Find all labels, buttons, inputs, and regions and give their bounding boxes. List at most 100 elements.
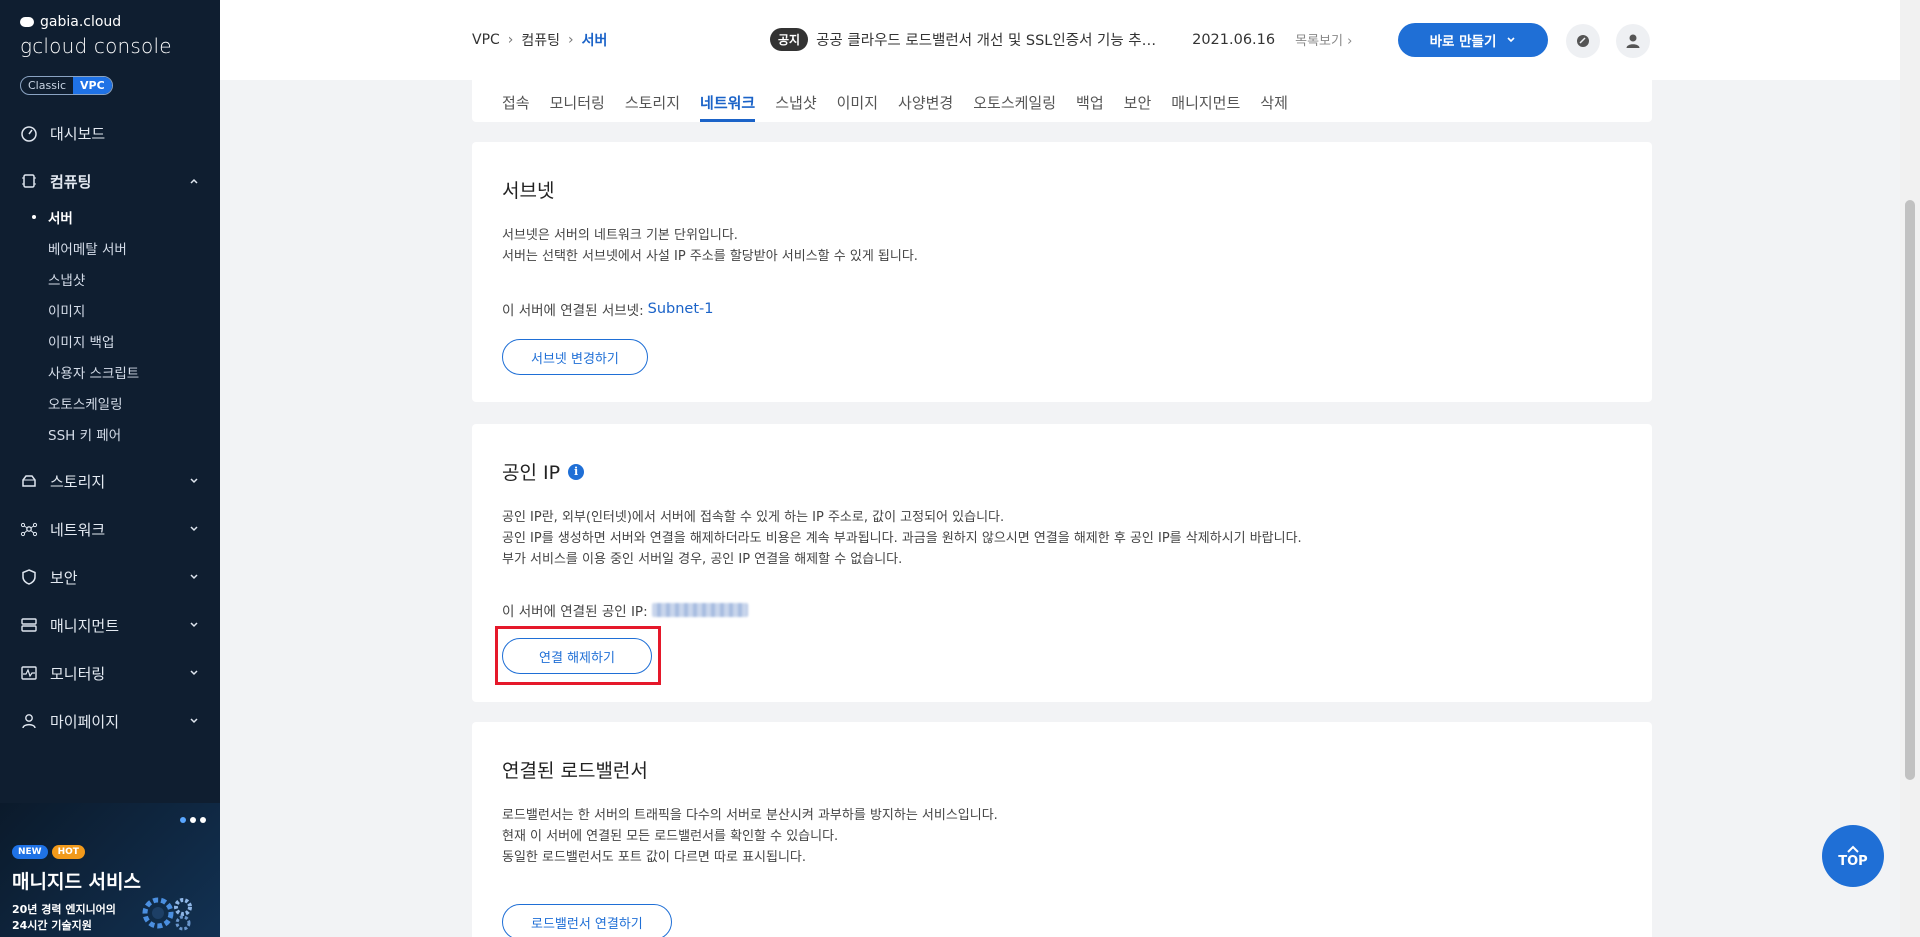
env-classic-option[interactable]: Classic bbox=[21, 77, 73, 94]
scroll-top-label: TOP bbox=[1838, 853, 1868, 869]
sidebar: gabia.cloud gcloud console Classic VPC 대… bbox=[0, 0, 220, 937]
sidebar-item-storage[interactable]: 스토리지 bbox=[0, 457, 220, 505]
server-tabs: 접속 모니터링 스토리지 네트워크 스냅샷 이미지 사양변경 오토스케일링 백업… bbox=[472, 80, 1652, 122]
sidebar-subitem-ssh-keypair[interactable]: SSH 키 페어 bbox=[48, 418, 220, 449]
breadcrumb-current: 서버 bbox=[581, 33, 608, 49]
sidebar-item-security[interactable]: 보안 bbox=[0, 553, 220, 601]
notice-date: 2021.06.16 bbox=[1192, 31, 1276, 48]
quick-create-button[interactable]: 바로 만들기 bbox=[1398, 23, 1548, 57]
breadcrumb-computing[interactable]: 컴퓨팅 bbox=[521, 30, 560, 50]
sidebar-menu: 대시보드 컴퓨팅 서버 베어메탈 서버 스냅샷 이미지 이미지 백업 사용자 스… bbox=[0, 109, 220, 745]
subnet-description: 서브넷은 서버의 네트워크 기본 단위입니다. 서버는 선택한 서브넷에서 사설… bbox=[502, 225, 1622, 267]
tab-network[interactable]: 네트워크 bbox=[700, 80, 756, 122]
sidebar-item-mypage[interactable]: 마이페이지 bbox=[0, 697, 220, 745]
tab-delete[interactable]: 삭제 bbox=[1260, 80, 1288, 122]
chevron-down-icon bbox=[1507, 37, 1515, 43]
main-area: VPC › 컴퓨팅 › 서버 공지 공공 클라우드 로드밸런서 개선 및 SSL… bbox=[220, 0, 1900, 937]
arrow-up-icon bbox=[1847, 845, 1859, 853]
description-line: 공인 IP를 생성하면 서버와 연결을 해제하더라도 비용은 계속 부과됩니다.… bbox=[502, 531, 1302, 546]
sidebar-subitem-image-backup[interactable]: 이미지 백업 bbox=[48, 325, 220, 356]
sidebar-subitem-image[interactable]: 이미지 bbox=[48, 294, 220, 325]
description-line: 서버는 선택한 서브넷에서 사설 IP 주소를 할당받아 서비스할 수 있게 됩… bbox=[502, 249, 918, 264]
env-vpc-option[interactable]: VPC bbox=[73, 77, 112, 94]
sidebar-subitem-server[interactable]: 서버 bbox=[32, 201, 220, 232]
breadcrumb: VPC › 컴퓨팅 › 서버 bbox=[472, 30, 607, 50]
notice-bar[interactable]: 공지 공공 클라우드 로드밸런서 개선 및 SSL인증서 기능 추… 2021.… bbox=[770, 28, 1352, 51]
chevron-down-icon bbox=[190, 478, 198, 484]
description-line: 공인 IP란, 외부(인터넷)에서 서버에 접속할 수 있게 하는 IP 주소로… bbox=[502, 510, 1005, 525]
sidebar-item-label: 컴퓨팅 bbox=[50, 172, 92, 191]
tab-autoscaling[interactable]: 오토스케일링 bbox=[973, 80, 1056, 122]
load-balancer-card: 연결된 로드밸런서 로드밸런서는 한 서버의 트래픽을 다수의 서버로 분산시켜… bbox=[472, 722, 1652, 937]
person-icon bbox=[20, 712, 38, 730]
chevron-up-icon bbox=[190, 178, 198, 184]
promo-pager-dot[interactable] bbox=[180, 817, 186, 823]
brand[interactable]: gabia.cloud gcloud console Classic VPC bbox=[0, 0, 220, 95]
promo-title: 매니지드 서비스 bbox=[12, 871, 141, 893]
description-line: 서브넷은 서버의 네트워크 기본 단위입니다. bbox=[502, 228, 738, 243]
sidebar-subitem-baremetal[interactable]: 베어메탈 서버 bbox=[48, 232, 220, 263]
brand-company: gabia.cloud bbox=[40, 14, 122, 30]
tab-security[interactable]: 보안 bbox=[1124, 80, 1152, 122]
gabia-logo-icon bbox=[20, 17, 34, 27]
new-badge: NEW bbox=[12, 845, 48, 859]
sidebar-item-computing[interactable]: 컴퓨팅 bbox=[0, 157, 220, 205]
description-line: 현재 이 서버에 연결된 모든 로드밸런서를 확인할 수 있습니다. bbox=[502, 829, 839, 844]
notice-text[interactable]: 공공 클라우드 로드밸런서 개선 및 SSL인증서 기능 추… bbox=[816, 29, 1166, 50]
load-balancer-title: 연결된 로드밸런서 bbox=[502, 760, 648, 782]
sidebar-item-label: 마이페이지 bbox=[50, 712, 120, 731]
sidebar-subitem-user-script[interactable]: 사용자 스크립트 bbox=[48, 356, 220, 387]
computing-submenu: 서버 베어메탈 서버 스냅샷 이미지 이미지 백업 사용자 스크립트 오토스케일… bbox=[0, 201, 220, 449]
sidebar-item-network[interactable]: 네트워크 bbox=[0, 505, 220, 553]
chevron-down-icon bbox=[190, 670, 198, 676]
sidebar-item-dashboard[interactable]: 대시보드 bbox=[0, 109, 220, 157]
promo-banner[interactable]: NEW HOT 매니지드 서비스 20년 경력 엔지니어의 24시간 기술지원 bbox=[0, 803, 220, 937]
sidebar-item-label: 매니지먼트 bbox=[50, 616, 120, 635]
shield-icon bbox=[20, 568, 38, 586]
linked-subnet-link[interactable]: Subnet-1 bbox=[648, 301, 714, 317]
user-menu-button[interactable] bbox=[1616, 24, 1650, 58]
tab-snapshot[interactable]: 스냅샷 bbox=[775, 80, 816, 122]
monitor-chart-icon bbox=[20, 664, 38, 682]
tab-storage[interactable]: 스토리지 bbox=[625, 80, 680, 122]
description-line: 로드밸런서는 한 서버의 트래픽을 다수의 서버로 분산시켜 과부하를 방지하는… bbox=[502, 808, 998, 823]
tab-monitoring[interactable]: 모니터링 bbox=[550, 80, 605, 122]
promo-pager[interactable] bbox=[180, 817, 206, 823]
linked-public-ip-label: 이 서버에 연결된 공인 IP: bbox=[502, 604, 648, 620]
load-balancer-description: 로드밸런서는 한 서버의 트래픽을 다수의 서버로 분산시켜 과부하를 방지하는… bbox=[502, 805, 1622, 868]
tab-management[interactable]: 매니지먼트 bbox=[1171, 80, 1240, 122]
change-subnet-button[interactable]: 서브넷 변경하기 bbox=[502, 339, 648, 375]
env-toggle[interactable]: Classic VPC bbox=[20, 76, 113, 95]
tab-connect[interactable]: 접속 bbox=[502, 80, 530, 122]
breadcrumb-vpc[interactable]: VPC bbox=[472, 32, 500, 48]
chevron-down-icon bbox=[190, 718, 198, 724]
scroll-top-button[interactable]: TOP bbox=[1822, 825, 1884, 887]
hot-badge: HOT bbox=[51, 845, 85, 859]
sidebar-subitem-autoscaling[interactable]: 오토스케일링 bbox=[48, 387, 220, 418]
tab-image[interactable]: 이미지 bbox=[837, 80, 878, 122]
chat-button[interactable] bbox=[1566, 24, 1600, 58]
info-icon[interactable]: i bbox=[568, 463, 585, 480]
subnet-card: 서브넷 서브넷은 서버의 네트워크 기본 단위입니다. 서버는 선택한 서브넷에… bbox=[472, 142, 1652, 402]
notice-list-link[interactable]: 목록보기 › bbox=[1295, 30, 1352, 49]
sidebar-item-label: 스토리지 bbox=[50, 472, 106, 491]
connect-load-balancer-button[interactable]: 로드밸런서 연결하기 bbox=[502, 904, 672, 937]
sidebar-item-management[interactable]: 매니지먼트 bbox=[0, 601, 220, 649]
chevron-down-icon bbox=[190, 526, 198, 532]
user-icon bbox=[1626, 34, 1640, 48]
gears-icon bbox=[142, 897, 192, 931]
linked-subnet: 이 서버에 연결된 서브넷: Subnet-1 bbox=[502, 299, 1622, 319]
sidebar-item-monitoring[interactable]: 모니터링 bbox=[0, 649, 220, 697]
sidebar-subitem-snapshot[interactable]: 스냅샷 bbox=[48, 263, 220, 294]
tab-backup[interactable]: 백업 bbox=[1076, 80, 1104, 122]
promo-pager-dot[interactable] bbox=[190, 817, 196, 823]
notice-list-label: 목록보기 bbox=[1295, 34, 1343, 49]
sidebar-item-label: 모니터링 bbox=[50, 664, 106, 683]
description-line: 동일한 로드밸런서도 포트 값이 다르면 따로 표시됩니다. bbox=[502, 850, 807, 865]
page-scrollbar[interactable] bbox=[1900, 0, 1920, 937]
breadcrumb-separator: › bbox=[507, 32, 514, 48]
tab-spec-change[interactable]: 사양변경 bbox=[898, 80, 953, 122]
notice-tag: 공지 bbox=[770, 28, 809, 51]
scrollbar-thumb[interactable] bbox=[1905, 200, 1915, 780]
promo-pager-dot[interactable] bbox=[200, 817, 206, 823]
